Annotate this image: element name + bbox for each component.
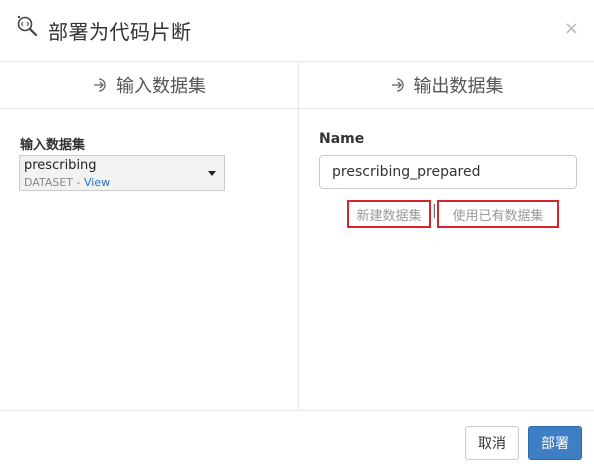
dataset-separator: - — [76, 176, 81, 189]
cancel-button[interactable]: 取消 — [465, 426, 519, 460]
dataset-view-link[interactable]: View — [84, 176, 110, 189]
dialog-header: 部署为代码片断 × — [0, 0, 594, 62]
input-dataset-select[interactable]: prescribing DATASET - View — [19, 155, 225, 191]
option-separator: | — [432, 203, 437, 219]
arrow-in-icon — [390, 76, 408, 94]
search-code-icon — [15, 14, 41, 40]
output-name-input[interactable] — [319, 155, 577, 189]
input-dataset-label: 输入数据集 — [20, 138, 86, 153]
input-column-header: 输入数据集 — [0, 62, 298, 109]
caret-down-icon — [208, 171, 216, 176]
new-dataset-option[interactable]: 新建数据集 — [347, 200, 431, 228]
dataset-type: DATASET — [24, 176, 73, 189]
deploy-snippet-dialog: 部署为代码片断 × 输入数据集 输出数据集 输入数据集 prescribing — [0, 0, 594, 475]
deploy-button[interactable]: 部署 — [528, 426, 582, 460]
output-column-header: 输出数据集 — [299, 62, 594, 109]
column-divider — [298, 62, 299, 410]
input-column-title: 输入数据集 — [116, 76, 206, 97]
dataset-name: prescribing — [24, 158, 97, 173]
output-name-label: Name — [319, 131, 365, 147]
arrow-in-icon — [92, 76, 110, 94]
close-icon[interactable]: × — [564, 20, 579, 38]
dataset-meta: DATASET - View — [24, 176, 110, 189]
dialog-title: 部署为代码片断 — [48, 20, 192, 44]
output-column-title: 输出数据集 — [413, 76, 504, 97]
use-existing-dataset-option[interactable]: 使用已有数据集 — [437, 200, 559, 228]
